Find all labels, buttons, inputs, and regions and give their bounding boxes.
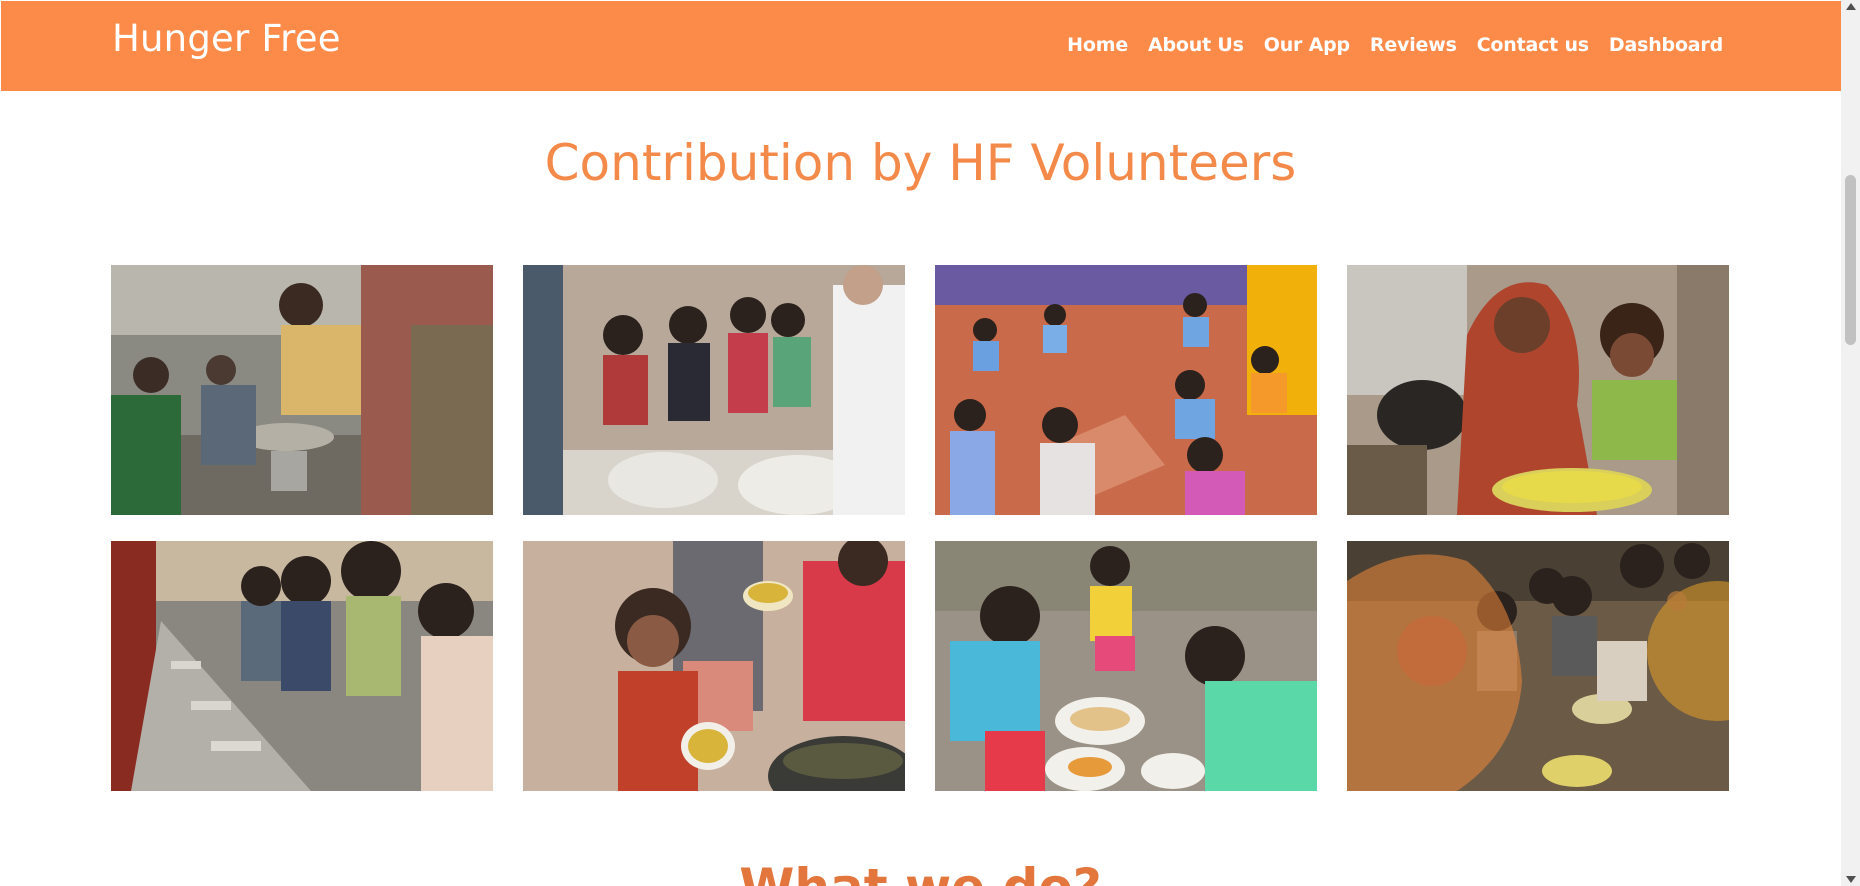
navbar: Hunger Free Home About Us Our App Review…: [1, 1, 1841, 91]
page: Hunger Free Home About Us Our App Review…: [0, 0, 1841, 886]
gallery-photo-child-with-bowl[interactable]: [523, 541, 905, 791]
photo-image: [935, 265, 1317, 515]
gallery-photo-children-in-row[interactable]: [111, 541, 493, 791]
nav-link-reviews[interactable]: Reviews: [1370, 34, 1457, 56]
photo-image: [1347, 541, 1729, 791]
brand-logo-link[interactable]: Hunger Free: [112, 17, 341, 60]
nav-link-dashboard[interactable]: Dashboard: [1609, 34, 1723, 56]
next-section-title: What we do?: [0, 862, 1841, 886]
gallery-photo-volunteers-serving[interactable]: [111, 265, 493, 515]
nav-link-home[interactable]: Home: [1067, 34, 1128, 56]
photo-image: [523, 265, 905, 515]
photo-image: [935, 541, 1317, 791]
gallery-photo-students-eating[interactable]: [935, 265, 1317, 515]
photo-image: [1347, 265, 1729, 515]
gallery-photo-mother-and-child[interactable]: [1347, 265, 1729, 515]
gallery-photo-children-overlay[interactable]: [1347, 541, 1729, 791]
gallery-photo-children-outdoors[interactable]: [935, 541, 1317, 791]
volunteer-photo-gallery: [111, 265, 1731, 791]
scroll-down-arrow-icon[interactable]: [1846, 876, 1856, 883]
nav-link-contact-us[interactable]: Contact us: [1477, 34, 1589, 56]
photo-image: [523, 541, 905, 791]
nav-links: Home About Us Our App Reviews Contact us…: [1067, 34, 1723, 56]
page-scrollbar[interactable]: [1841, 0, 1860, 886]
photo-image: [111, 265, 493, 515]
section-title: Contribution by HF Volunteers: [544, 134, 1297, 192]
gallery-photo-children-food-counter[interactable]: [523, 265, 905, 515]
nav-link-about-us[interactable]: About Us: [1148, 34, 1244, 56]
scrollbar-thumb[interactable]: [1845, 175, 1856, 345]
scroll-up-arrow-icon[interactable]: [1846, 3, 1856, 10]
nav-link-our-app[interactable]: Our App: [1264, 34, 1350, 56]
photo-image: [111, 541, 493, 791]
